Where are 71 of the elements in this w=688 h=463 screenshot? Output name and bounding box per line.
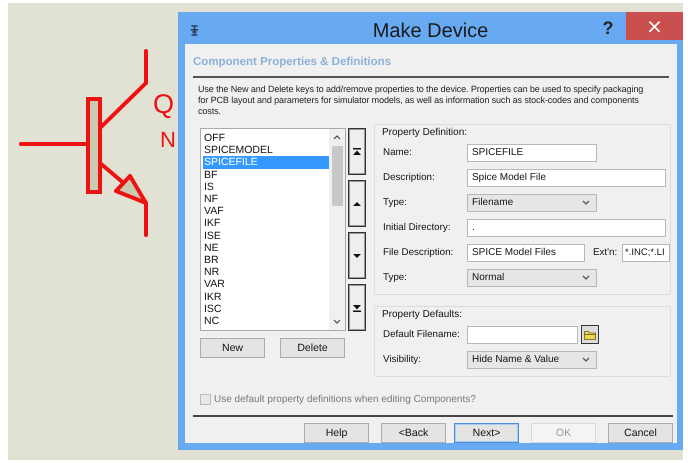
list-item[interactable]: BR — [203, 254, 329, 266]
window-title: Make Device — [372, 20, 490, 43]
folder-icon — [584, 330, 596, 340]
field-label: Description: — [383, 172, 436, 183]
input-field[interactable]: . — [467, 218, 666, 236]
dialog-button[interactable]: Next> — [454, 423, 519, 443]
list-item[interactable]: ISE — [203, 230, 329, 242]
move-up-icon — [353, 200, 361, 208]
chevron-down-icon — [582, 200, 590, 205]
dropdown-value: Normal — [472, 270, 504, 284]
move-to-bottom-icon — [353, 304, 361, 312]
field-label: Type: — [383, 197, 408, 208]
move-down-icon — [353, 252, 361, 260]
section-heading: Component Properties & Definitions — [193, 56, 392, 70]
close-button[interactable]: × — [626, 12, 683, 40]
field-label: Default Filename: — [383, 329, 461, 340]
scroll-thumb[interactable] — [332, 146, 342, 206]
component-label: N — [160, 129, 176, 151]
checkbox-label: Use default property definitions when editing Components? — [214, 394, 476, 405]
dropdown-value: Filename — [472, 196, 514, 210]
input-field[interactable]: SPICEFILE — [467, 144, 597, 162]
browse-button[interactable] — [581, 325, 599, 344]
list-item[interactable]: NF — [203, 193, 329, 206]
list-item[interactable]: NE — [203, 242, 329, 254]
field-label: File Description: — [383, 247, 454, 258]
field-label: Name: — [383, 147, 413, 158]
list-item[interactable]: NR — [203, 266, 329, 278]
list-button[interactable]: New — [200, 338, 265, 358]
list-item[interactable]: SPICEMODEL — [203, 144, 329, 156]
dropdown[interactable]: Normal — [467, 268, 597, 286]
dialog-button[interactable]: Help — [304, 423, 369, 443]
list-item[interactable]: NC — [203, 315, 329, 328]
chevron-down-icon — [582, 357, 590, 362]
move-button[interactable] — [348, 232, 366, 279]
move-button[interactable] — [348, 180, 366, 227]
help-button[interactable]: ? — [593, 16, 623, 40]
list-item[interactable]: ISC — [203, 302, 329, 316]
scroll-up-icon[interactable] — [333, 135, 341, 140]
scroll-down-icon[interactable] — [333, 319, 341, 324]
list-item[interactable]: IS — [203, 180, 329, 194]
list-item[interactable]: IKF — [203, 217, 329, 230]
field-label: Ext'n: — [593, 247, 618, 258]
list-item[interactable]: IKR — [203, 290, 329, 303]
field-label: Type: — [383, 272, 408, 283]
app-icon — [190, 24, 199, 37]
group-title: Property Definition: — [382, 127, 468, 139]
input-field[interactable] — [467, 326, 578, 344]
list-item[interactable]: BF — [203, 168, 329, 181]
description-text: Use the New and Delete keys to add/remove properties to the device. Properties can be used to specify packaging for PCB layout and parameters for simulator models, as well as information such as stock-codes and components costs. — [197, 84, 644, 117]
chevron-down-icon — [582, 275, 590, 280]
list-item[interactable]: VAR — [203, 278, 329, 291]
list-item[interactable]: VAF — [203, 205, 329, 218]
list-item[interactable]: OFF — [203, 132, 329, 144]
field-label: Visibility: — [383, 354, 422, 365]
dialog-button[interactable]: Cancel — [608, 423, 673, 443]
dropdown[interactable]: Filename — [467, 194, 597, 212]
input-field[interactable]: *.INC;*.LI — [622, 244, 670, 262]
move-to-top-icon — [353, 148, 361, 156]
move-button[interactable] — [348, 128, 366, 175]
input-field[interactable]: SPICE Model Files — [467, 244, 585, 262]
move-button[interactable] — [348, 284, 366, 331]
dropdown[interactable]: Hide Name & Value — [467, 350, 597, 368]
scrollbar[interactable] — [329, 129, 345, 330]
list-button[interactable]: Delete — [280, 338, 345, 358]
dropdown-value: Hide Name & Value — [472, 352, 560, 366]
component-label: Q — [153, 91, 174, 118]
dialog-button[interactable]: <Back — [381, 423, 446, 443]
group-title: Property Defaults: — [382, 309, 464, 321]
input-field[interactable]: Spice Model File — [467, 168, 666, 186]
field-label: Initial Directory: — [383, 222, 452, 233]
property-list[interactable]: OFF SPICEMODEL SPICEFILE BF IS NF VAF IKF ISE NE BR NR VAR IKR ISC NC — [200, 128, 346, 331]
